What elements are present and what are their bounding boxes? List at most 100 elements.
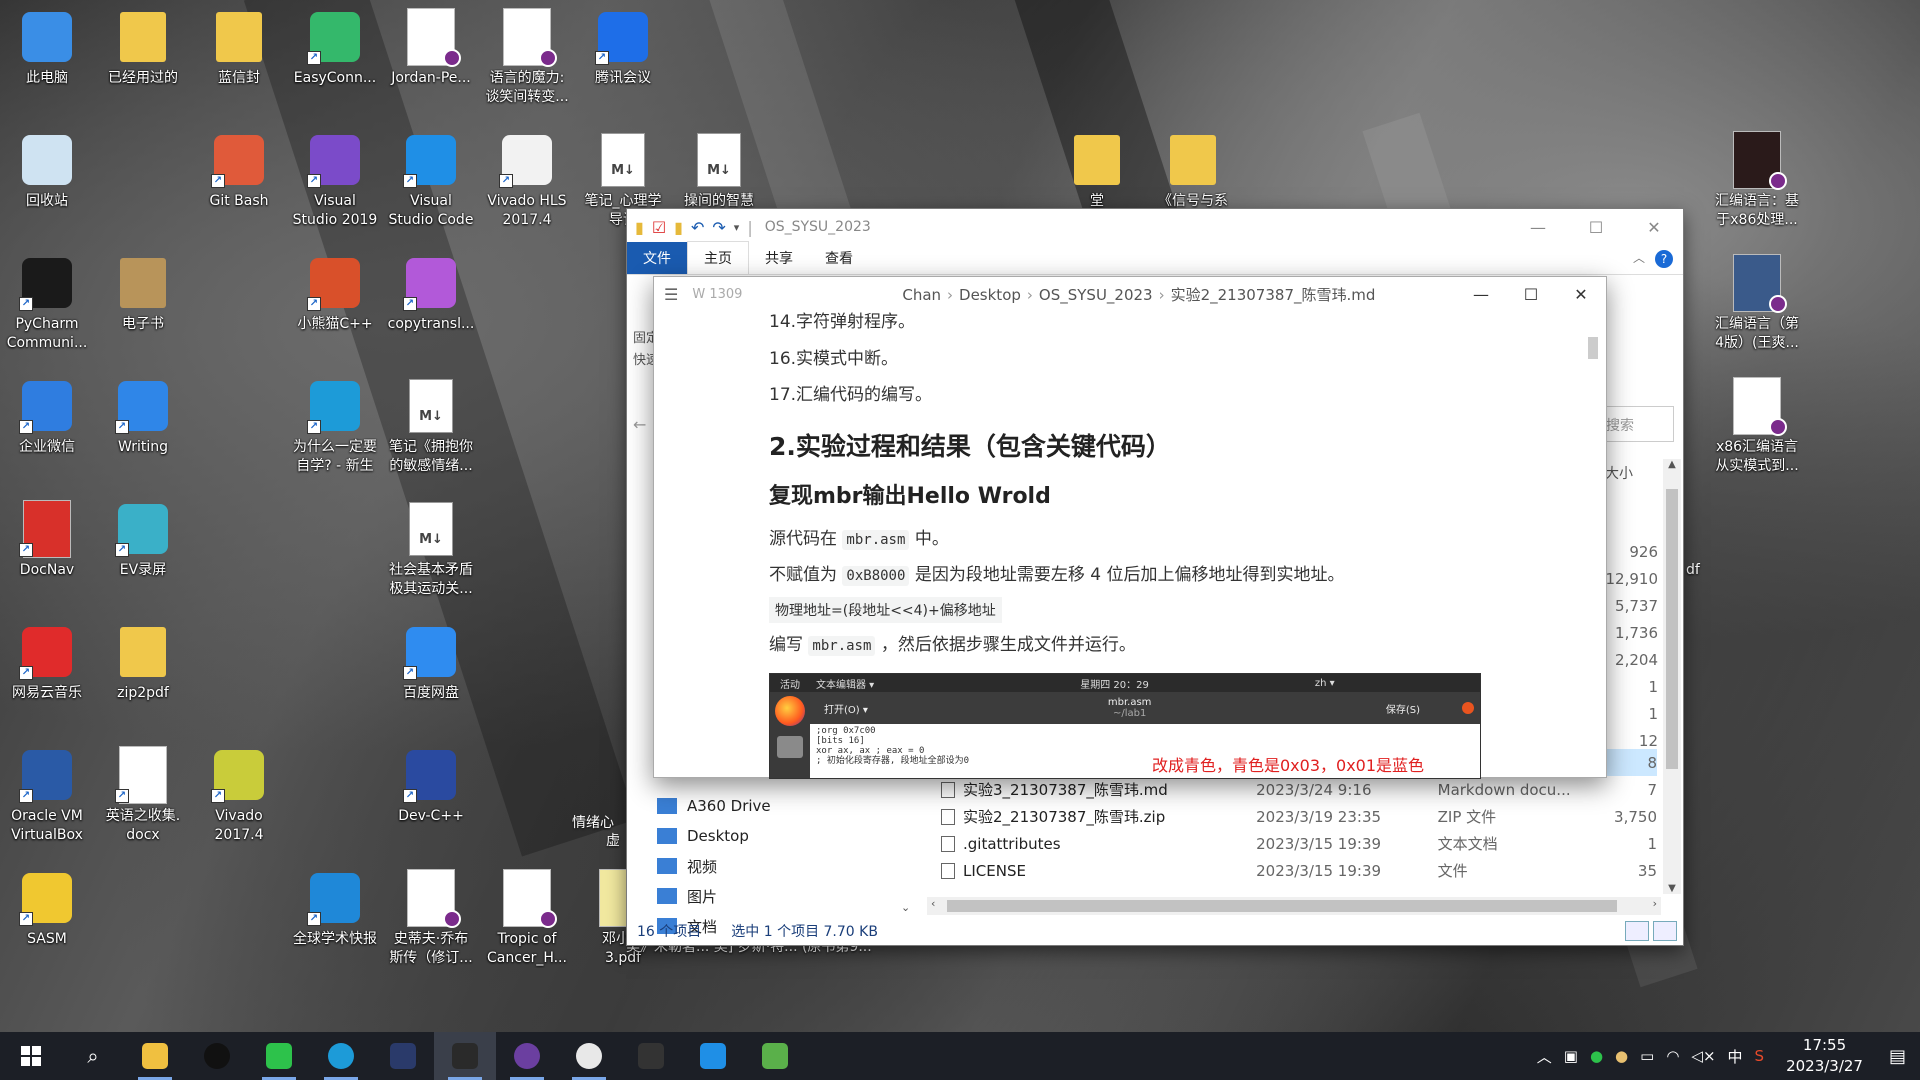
desktop-icon[interactable]: ↗ Writing [97, 370, 189, 488]
nav-item[interactable]: 图片 [627, 881, 917, 911]
desktop-icon[interactable]: ↗ 企业微信 [1, 370, 93, 488]
breadcrumb-item[interactable]: OS_SYSU_2023 [1039, 286, 1153, 304]
minimize-button[interactable]: — [1509, 209, 1567, 245]
desktop-icon[interactable]: ↗ 腾讯会议 [577, 1, 669, 119]
desktop-icon[interactable]: x86汇编语言 从实模式到... [1711, 370, 1803, 488]
scroll-right-arrow-icon[interactable]: › [1653, 897, 1657, 910]
nav-scroll-down-icon[interactable]: ⌄ [901, 901, 910, 914]
taskbar-app-file-explorer[interactable] [124, 1032, 186, 1080]
tab-home[interactable]: 主页 [687, 241, 749, 274]
desktop-icon[interactable]: ↗ 全球学术快报 [289, 862, 381, 980]
ribbon-collapse-icon[interactable]: ︿ [1633, 249, 1645, 266]
new-folder-icon[interactable]: ▮ [674, 218, 683, 237]
breadcrumb-item[interactable]: 实验2_21307387_陈雪玮.md [1171, 286, 1376, 304]
nav-item[interactable]: 视频 [627, 851, 917, 881]
typora-window[interactable]: ☰ W 1309 Chan › Desktop › OS_SYSU_2023 › 实验2_2… [653, 276, 1607, 779]
taskbar-app-typora[interactable] [434, 1032, 496, 1080]
desktop-icon[interactable]: ↗ PyCharm Communi... [1, 247, 93, 365]
breadcrumb-item[interactable]: Desktop [959, 286, 1021, 304]
taskbar-app-visual-studio-code[interactable] [682, 1032, 744, 1080]
word-count[interactable]: W 1309 [692, 287, 902, 302]
typora-scrollbar[interactable] [1588, 317, 1598, 777]
taskbar-app-github-desktop[interactable] [496, 1032, 558, 1080]
table-row[interactable]: 实验2_21307387_陈雪玮.zip 2023/3/19 23:35 ZIP 文… [927, 803, 1657, 830]
desktop-icon[interactable]: zip2pdf [97, 616, 189, 734]
desktop-icon[interactable]: ↗ Visual Studio 2019 [289, 124, 381, 242]
desktop-icon[interactable]: 此电脑 [1, 1, 93, 119]
desktop-icon[interactable]: ↗ EasyConn... [289, 1, 381, 119]
desktop-icon[interactable]: ↗ 网易云音乐 [1, 616, 93, 734]
breadcrumb-item[interactable]: Chan [902, 286, 941, 304]
hamburger-menu-icon[interactable]: ☰ [664, 285, 678, 304]
desktop-icon[interactable]: ↗ Vivado 2017.4 [193, 739, 285, 857]
desktop-icon[interactable]: ↗ 英语之收集. docx [97, 739, 189, 857]
ime-indicator[interactable]: 中 [1728, 1046, 1743, 1067]
desktop-icon[interactable]: 已经用过的 [97, 1, 189, 119]
desktop-icon[interactable]: 史蒂夫·乔布 斯传（修订... [385, 862, 477, 980]
taskbar-app-wechat[interactable] [248, 1032, 310, 1080]
desktop-icon[interactable]: ↗ 小熊猫C++ [289, 247, 381, 365]
explorer-titlebar[interactable]: ▮ ☑ ▮ ↶ ↷ ▾ | OS_SYSU_2023 — ☐ ✕ [627, 209, 1683, 245]
desktop-icon[interactable]: ↗ EV录屏 [97, 493, 189, 611]
desktop-icon[interactable]: M↓ 笔记《拥抱你 的敏感情绪... [385, 370, 477, 488]
large-icons-view-button[interactable] [1653, 921, 1677, 941]
scroll-left-arrow-icon[interactable]: ‹ [931, 897, 935, 910]
chevron-down-icon[interactable]: ▾ [734, 221, 740, 234]
desktop-icon[interactable]: M↓ 社会基本矛盾 极其运动关... [385, 493, 477, 611]
security-icon[interactable]: ▣ [1564, 1047, 1578, 1065]
desktop-icon[interactable]: Jordan-Pe... [385, 1, 477, 119]
desktop-icon[interactable]: ↗ 百度网盘 [385, 616, 477, 734]
desktop-icon[interactable]: ↗ SASM [1, 862, 93, 980]
tab-file[interactable]: 文件 [627, 242, 687, 274]
scroll-down-arrow-icon[interactable]: ▼ [1663, 883, 1681, 894]
search-input[interactable]: 搜索 [1599, 406, 1674, 442]
maximize-button[interactable]: ☐ [1567, 209, 1625, 245]
table-row[interactable]: LICENSE 2023/3/15 19:39 文件 35 [927, 857, 1657, 884]
scrollbar-thumb[interactable] [1666, 489, 1678, 769]
desktop-icon[interactable]: 汇编语言：基 于x86处理... [1711, 124, 1803, 242]
taskbar-clock[interactable]: 17:55 2023/3/27 [1786, 1035, 1863, 1077]
taskbar-app-edge[interactable] [310, 1032, 372, 1080]
desktop-icon[interactable]: ↗ Git Bash [193, 124, 285, 242]
maximize-button[interactable]: ☐ [1506, 276, 1556, 312]
desktop-icon[interactable]: ↗ 为什么一定要 自学? - 新生 [289, 370, 381, 488]
chevron-up-icon[interactable]: ︿ [1537, 1046, 1552, 1067]
desktop-icon[interactable]: 回收站 [1, 124, 93, 242]
sogou-icon[interactable]: S [1755, 1047, 1765, 1065]
redo-icon[interactable]: ↷ [712, 218, 725, 237]
tab-share[interactable]: 共享 [749, 242, 809, 274]
document-content[interactable]: 14.字符弹射程序。 16.实模式中断。 17.汇编代码的编写。 2.实验过程和… [769, 311, 1489, 663]
scroll-up-arrow-icon[interactable]: ▲ [1663, 459, 1681, 470]
desktop-icon[interactable]: ↗ DocNav [1, 493, 93, 611]
nav-item[interactable]: A360 Drive [627, 791, 917, 821]
desktop-icon[interactable]: ↗ Vivado HLS 2017.4 [481, 124, 573, 242]
close-button[interactable]: ✕ [1625, 209, 1683, 245]
horizontal-scrollbar[interactable]: ‹ › [927, 897, 1661, 915]
desktop-icon[interactable]: ↗ copytransl... [385, 247, 477, 365]
column-header-size[interactable]: 大小 [1605, 463, 1633, 483]
table-row[interactable]: .gitattributes 2023/3/15 19:39 文本文档 1 [927, 830, 1657, 857]
taskbar-app-qq[interactable] [186, 1032, 248, 1080]
properties-icon[interactable]: ☑ [652, 218, 666, 237]
taskbar-app-cat-app[interactable] [372, 1032, 434, 1080]
taskbar-app-chrome[interactable] [558, 1032, 620, 1080]
start-button[interactable] [0, 1032, 62, 1080]
desktop-icon[interactable]: 电子书 [97, 247, 189, 365]
nav-item[interactable]: Desktop [627, 821, 917, 851]
desktop-icon[interactable]: ↗ Visual Studio Code [385, 124, 477, 242]
search-button[interactable]: ⌕ [62, 1032, 124, 1080]
desktop-icon[interactable]: ↗ Oracle VM VirtualBox [1, 739, 93, 857]
back-arrow-icon[interactable]: ← [633, 415, 646, 434]
taskbar-app-github[interactable] [620, 1032, 682, 1080]
table-row[interactable]: 实验3_21307387_陈雪玮.md 2023/3/24 9:16 Markdow… [927, 776, 1657, 803]
scrollbar-thumb[interactable] [1588, 337, 1598, 359]
help-icon[interactable]: ? [1655, 250, 1673, 268]
details-view-button[interactable] [1625, 921, 1649, 941]
typora-titlebar[interactable]: ☰ W 1309 Chan › Desktop › OS_SYSU_2023 › 实验2_2… [654, 277, 1606, 311]
hscrollbar-thumb[interactable] [947, 900, 1617, 912]
vertical-scrollbar[interactable]: ▲ ▼ [1663, 459, 1681, 894]
desktop-icon[interactable]: ↗ Dev-C++ [385, 739, 477, 857]
close-button[interactable]: ✕ [1556, 276, 1606, 312]
desktop-icon[interactable]: 蓝信封 [193, 1, 285, 119]
desktop-icon[interactable]: 汇编语言（第 4版）(王爽... [1711, 247, 1803, 365]
